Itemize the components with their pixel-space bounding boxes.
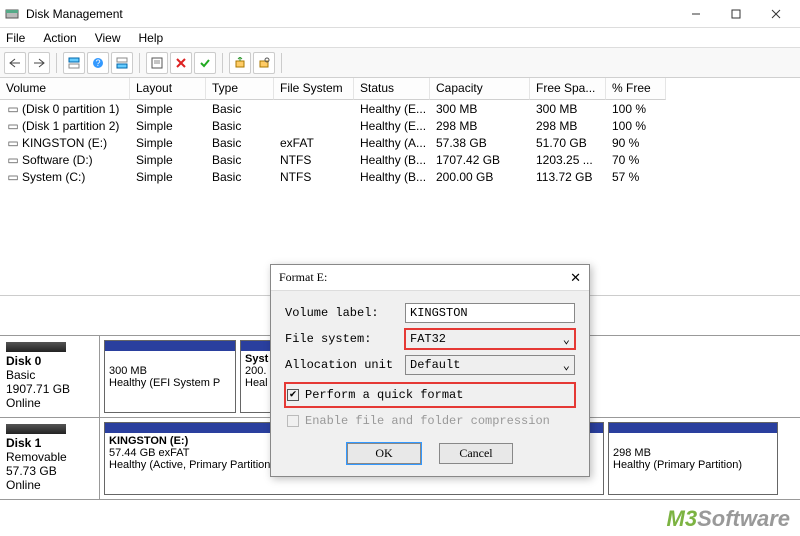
quick-format-checkbox[interactable]: ✔ [287, 389, 299, 401]
grid-header: Volume Layout Type File System Status Ca… [0, 78, 800, 100]
table-row[interactable]: ▭(Disk 0 partition 1)SimpleBasicHealthy … [0, 100, 800, 117]
col-layout[interactable]: Layout [130, 78, 206, 100]
dialog-titlebar: Format E: ✕ [271, 265, 589, 291]
disk-label: Disk 0Basic1907.71 GBOnline [0, 336, 100, 417]
chevron-down-icon: ⌄ [563, 358, 570, 373]
volume-icon: ▭ [6, 102, 20, 116]
col-status[interactable]: Status [354, 78, 430, 100]
dialog-title: Format E: [279, 270, 327, 285]
disk-label: Disk 1Removable57.73 GBOnline [0, 418, 100, 499]
action2-button[interactable] [253, 52, 275, 74]
check-button[interactable] [194, 52, 216, 74]
partition[interactable]: 298 MBHealthy (Primary Partition) [608, 422, 778, 495]
title-bar: Disk Management [0, 0, 800, 28]
allocation-value: Default [410, 358, 460, 372]
menubar: File Action View Help [0, 28, 800, 48]
watermark: M3Software [667, 506, 790, 532]
menu-file[interactable]: File [4, 29, 27, 47]
app-icon [4, 6, 20, 22]
maximize-button[interactable] [716, 0, 756, 28]
label-quick-format: Perform a quick format [305, 388, 463, 402]
menu-view[interactable]: View [93, 29, 123, 47]
volume-label-input[interactable] [405, 303, 575, 323]
filesystem-value: FAT32 [410, 332, 446, 346]
view-top-button[interactable] [63, 52, 85, 74]
col-percent[interactable]: % Free [606, 78, 666, 100]
partition[interactable]: 300 MBHealthy (EFI System P [104, 340, 236, 413]
delete-button[interactable] [170, 52, 192, 74]
table-row[interactable]: ▭(Disk 1 partition 2)SimpleBasicHealthy … [0, 117, 800, 134]
col-filesystem[interactable]: File System [274, 78, 354, 100]
volume-icon: ▭ [6, 153, 20, 167]
ok-button[interactable]: OK [347, 443, 421, 464]
allocation-select[interactable]: Default ⌄ [405, 355, 575, 375]
chevron-down-icon: ⌄ [563, 332, 570, 347]
window-title: Disk Management [26, 7, 676, 21]
dialog-close-button[interactable]: ✕ [570, 270, 581, 286]
filesystem-select[interactable]: FAT32 ⌄ [405, 329, 575, 349]
svg-text:?: ? [95, 58, 100, 68]
watermark-text: Software [697, 506, 790, 531]
volume-icon: ▭ [6, 170, 20, 184]
format-dialog: Format E: ✕ Volume label: File system: F… [270, 264, 590, 477]
minimize-button[interactable] [676, 0, 716, 28]
back-button[interactable] [4, 52, 26, 74]
label-allocation: Allocation unit [285, 358, 405, 372]
forward-button[interactable] [28, 52, 50, 74]
close-button[interactable] [756, 0, 796, 28]
help-button[interactable]: ? [87, 52, 109, 74]
toolbar: ? [0, 48, 800, 78]
label-filesystem: File system: [285, 332, 405, 346]
properties-button[interactable] [146, 52, 168, 74]
col-volume[interactable]: Volume [0, 78, 130, 100]
label-compression: Enable file and folder compression [305, 414, 550, 428]
label-volume: Volume label: [285, 306, 405, 320]
menu-action[interactable]: Action [41, 29, 78, 47]
menu-help[interactable]: Help [137, 29, 166, 47]
col-type[interactable]: Type [206, 78, 274, 100]
table-row[interactable]: ▭System (C:)SimpleBasicNTFSHealthy (B...… [0, 168, 800, 185]
watermark-brand: M3 [667, 506, 698, 531]
compression-checkbox [287, 415, 299, 427]
view-bottom-button[interactable] [111, 52, 133, 74]
volume-icon: ▭ [6, 119, 20, 133]
cancel-button[interactable]: Cancel [439, 443, 513, 464]
volume-icon: ▭ [6, 136, 20, 150]
table-row[interactable]: ▭Software (D:)SimpleBasicNTFSHealthy (B.… [0, 151, 800, 168]
table-row[interactable]: ▭KINGSTON (E:)SimpleBasicexFATHealthy (A… [0, 134, 800, 151]
col-capacity[interactable]: Capacity [430, 78, 530, 100]
col-free[interactable]: Free Spa... [530, 78, 606, 100]
action1-button[interactable] [229, 52, 251, 74]
